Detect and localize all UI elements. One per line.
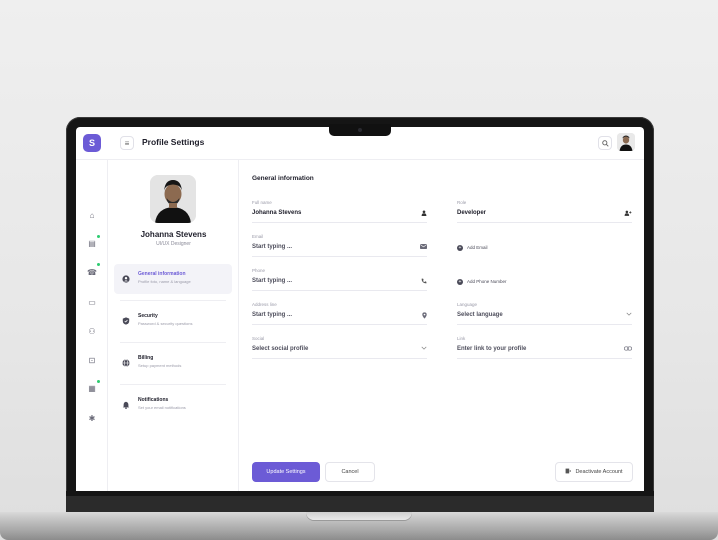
- role-label: Role: [457, 200, 467, 205]
- shield-icon: [121, 316, 130, 325]
- plus-circle-icon: +: [457, 245, 463, 251]
- inbox-icon[interactable]: ⊡: [85, 353, 99, 367]
- email-label: Email: [252, 234, 264, 239]
- profile-name: Johanna Stevens: [140, 230, 207, 239]
- nav-security[interactable]: Security Password & security questions: [114, 306, 232, 336]
- nav-general-information[interactable]: General information Profile foto, name &…: [114, 264, 232, 294]
- mail-icon: [420, 244, 427, 251]
- nav-divider: [120, 300, 226, 301]
- profile-photo[interactable]: [150, 175, 196, 223]
- nav-subtitle: Set your email notifications: [138, 405, 186, 410]
- update-settings-button[interactable]: Update Settings: [252, 462, 320, 482]
- address-label: Address line: [252, 302, 277, 307]
- chat-badge: [97, 235, 100, 238]
- laptop-opening-notch: [306, 512, 412, 520]
- field-underline: [457, 358, 632, 359]
- social-select[interactable]: Social Select social profile: [252, 336, 427, 364]
- devices-icon[interactable]: ▭: [85, 295, 99, 309]
- settings-icon[interactable]: ✱: [85, 411, 99, 425]
- chevron-down-icon[interactable]: [626, 312, 632, 318]
- phone-input[interactable]: Start typing ...: [252, 278, 292, 284]
- language-label: Language: [457, 302, 478, 307]
- profile-role: UI/UX Designer: [156, 241, 191, 247]
- email-field[interactable]: Email Start typing ...: [252, 234, 427, 262]
- plus-circle-icon: +: [457, 279, 463, 285]
- nav-title: General information: [138, 271, 186, 277]
- camera-icon: [358, 128, 362, 132]
- nav-notifications[interactable]: Notifications Set your email notificatio…: [114, 390, 232, 420]
- field-underline: [252, 324, 427, 325]
- field-underline: [457, 324, 632, 325]
- page-title: Profile Settings: [142, 137, 205, 147]
- nav-divider: [120, 342, 226, 343]
- camera-notch: [329, 124, 391, 136]
- calendar-badge: [97, 380, 100, 383]
- full-name-field[interactable]: Full name Johanna Stevens: [252, 200, 427, 228]
- phone-icon: [421, 278, 427, 286]
- section-title: General information: [252, 175, 314, 182]
- field-underline: [457, 222, 632, 223]
- email-input[interactable]: Start typing ...: [252, 244, 292, 250]
- globe-icon: [121, 358, 130, 367]
- nav-title: Billing: [138, 355, 154, 361]
- cancel-button[interactable]: Cancel: [325, 462, 375, 482]
- nav-subtitle: Profile foto, name & language: [138, 279, 191, 284]
- language-select[interactable]: Language Select language: [457, 302, 632, 330]
- nav-billing[interactable]: Billing Setup payment methods: [114, 348, 232, 378]
- nav-title: Security: [138, 313, 158, 319]
- field-underline: [252, 222, 427, 223]
- language-value[interactable]: Select language: [457, 312, 503, 318]
- search-icon[interactable]: [598, 136, 612, 150]
- laptop-screen: S ≡ Profile Settings ⌂ ▤ ☎ ▭ ⚇ ⊡ ▦ ✱ Joh…: [76, 127, 644, 491]
- add-email-link[interactable]: + Add Email: [457, 244, 577, 254]
- full-name-value[interactable]: Johanna Stevens: [252, 210, 301, 216]
- user-circle-icon: [121, 274, 130, 283]
- link-field[interactable]: Link Enter link to your profile: [457, 336, 632, 364]
- add-phone-link[interactable]: + Add Phone Number: [457, 278, 577, 288]
- link-icon: [624, 346, 632, 353]
- app-logo[interactable]: S: [83, 134, 101, 152]
- field-underline: [252, 358, 427, 359]
- social-value[interactable]: Select social profile: [252, 346, 308, 352]
- role-field[interactable]: Role Developer: [457, 200, 632, 228]
- phone-icon[interactable]: ☎: [85, 265, 99, 279]
- full-name-label: Full name: [252, 200, 272, 205]
- menu-icon[interactable]: ≡: [120, 136, 134, 150]
- field-underline: [252, 256, 427, 257]
- role-value[interactable]: Developer: [457, 210, 486, 216]
- deactivate-account-button[interactable]: Deactivate Account: [555, 462, 633, 482]
- nav-title: Notifications: [138, 397, 169, 403]
- icon-rail: ⌂ ▤ ☎ ▭ ⚇ ⊡ ▦ ✱: [76, 160, 108, 491]
- chat-icon[interactable]: ▤: [85, 236, 99, 250]
- person-plus-icon: [624, 210, 632, 218]
- profile-sidebar: Johanna Stevens UI/UX Designer General i…: [108, 160, 239, 491]
- bell-icon: [121, 400, 130, 409]
- phone-label: Phone: [252, 268, 266, 273]
- nav-subtitle: Password & security questions: [138, 321, 193, 326]
- person-icon: [421, 210, 427, 218]
- nav-divider: [120, 384, 226, 385]
- add-email-label: Add Email: [467, 245, 488, 250]
- add-phone-label: Add Phone Number: [467, 279, 507, 284]
- link-input[interactable]: Enter link to your profile: [457, 346, 526, 352]
- laptop-hinge: [66, 496, 654, 512]
- home-icon[interactable]: ⌂: [85, 208, 99, 222]
- deactivate-label: Deactivate Account: [575, 469, 623, 475]
- phone-badge: [97, 263, 100, 266]
- nav-subtitle: Setup payment methods: [138, 363, 182, 368]
- chevron-down-icon[interactable]: [421, 346, 427, 352]
- link-label: Link: [457, 336, 466, 341]
- field-underline: [252, 290, 427, 291]
- general-information-form: General information Full name Johanna St…: [239, 160, 644, 491]
- address-input[interactable]: Start typing ...: [252, 312, 292, 318]
- phone-field[interactable]: Phone Start typing ...: [252, 268, 427, 296]
- users-icon[interactable]: ⚇: [85, 324, 99, 338]
- user-avatar[interactable]: [617, 133, 635, 151]
- social-label: Social: [252, 336, 265, 341]
- pin-icon: [422, 312, 427, 321]
- door-exit-icon: [565, 468, 572, 476]
- calendar-icon[interactable]: ▦: [85, 381, 99, 395]
- address-field[interactable]: Address line Start typing ...: [252, 302, 427, 330]
